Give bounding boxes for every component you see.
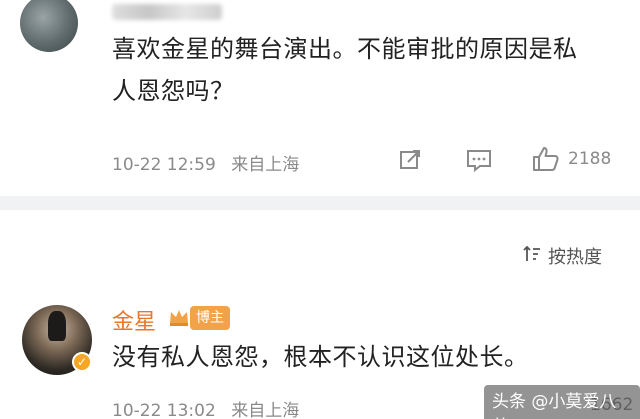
- comment-time: 10-22 12:59: [112, 155, 216, 175]
- comment-meta: 10-22 12:59 来自上海: [112, 150, 299, 175]
- reply-text: 没有私人恩怨，根本不认识这位处长。: [112, 343, 529, 371]
- verified-icon: ✓: [72, 352, 92, 372]
- share-icon: [398, 148, 422, 172]
- comment-icon: [466, 148, 492, 172]
- comment-text-line1: 喜欢金星的舞台演出。不能审批的原因是私: [112, 35, 578, 63]
- like-button[interactable]: 2188: [532, 146, 611, 172]
- top-comment: 喜欢金星的舞台演出。不能审批的原因是私 人恩怨吗？ 10-22 12:59 来自…: [0, 0, 640, 196]
- commenter-avatar[interactable]: [20, 0, 78, 52]
- blogger-badge: 博主: [190, 306, 230, 330]
- reply-source: 来自上海: [231, 401, 300, 419]
- section-separator: [0, 196, 640, 210]
- reply-time: 10-22 13:02: [112, 401, 216, 419]
- like-icon: [532, 146, 560, 172]
- sort-button[interactable]: 按热度: [522, 243, 602, 269]
- sort-label: 按热度: [548, 247, 602, 268]
- comment-source: 来自上海: [231, 155, 300, 175]
- blurred-username: [112, 4, 222, 20]
- reply-username[interactable]: 金星: [112, 304, 156, 336]
- share-button[interactable]: [398, 148, 422, 172]
- like-count: 2188: [568, 149, 612, 169]
- reply-meta: 10-22 13:02 来自上海: [112, 396, 299, 419]
- sort-icon: [522, 244, 542, 269]
- comment-button[interactable]: [466, 148, 492, 172]
- watermark: 头条 @小莫爱八卦: [484, 385, 640, 419]
- crown-icon: [168, 307, 190, 331]
- comment-text-line2: 人恩怨吗？: [112, 77, 235, 105]
